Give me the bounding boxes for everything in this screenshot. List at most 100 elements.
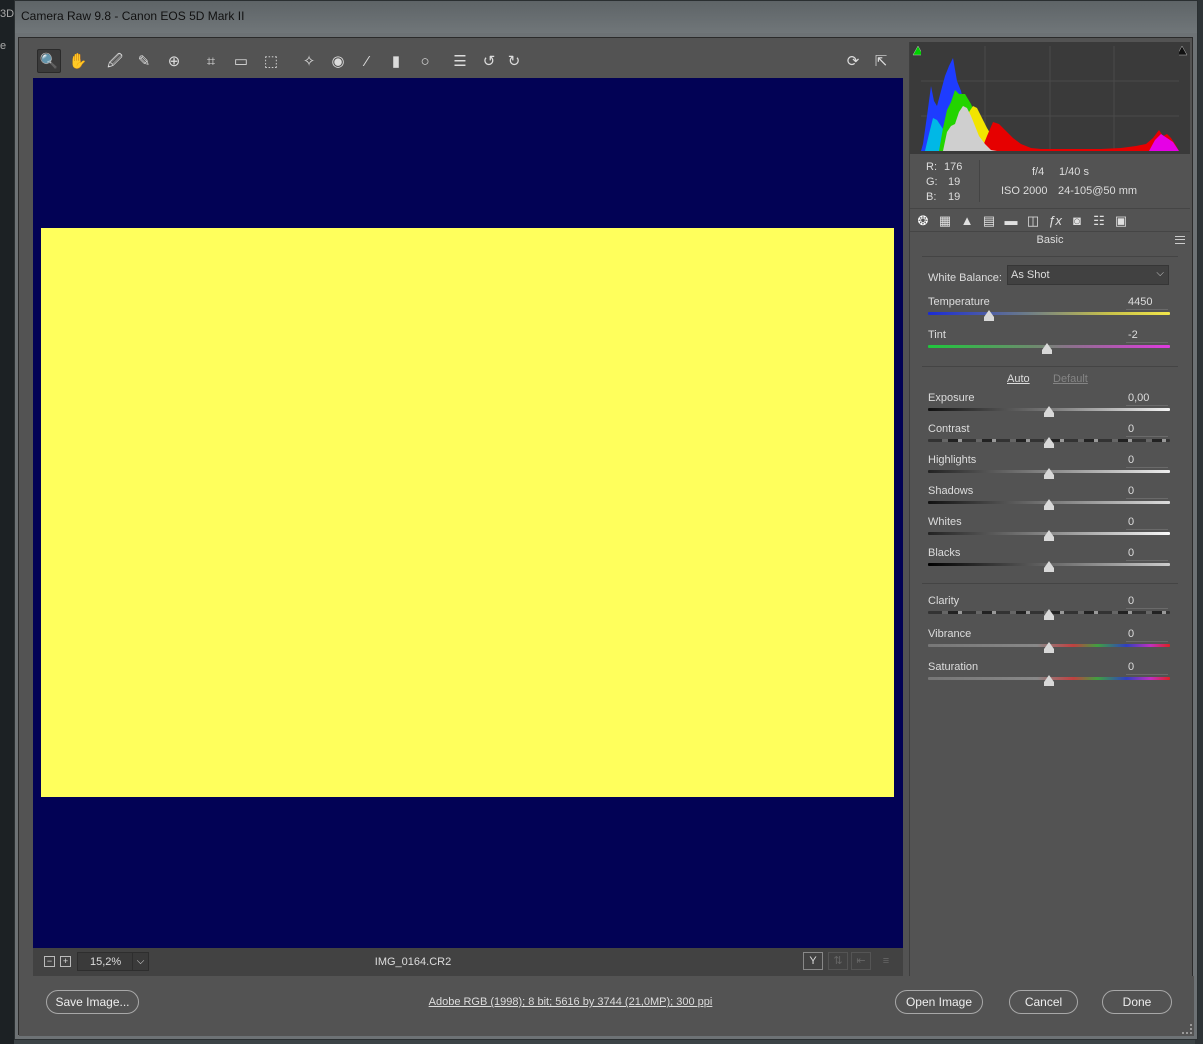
r-value: 176 xyxy=(944,161,963,173)
slider-value[interactable]: 0 xyxy=(1128,454,1134,466)
slider-value[interactable]: 0,00 xyxy=(1128,392,1149,404)
cancel-button[interactable]: Cancel xyxy=(1009,990,1078,1014)
panel-menu-icon[interactable] xyxy=(1175,236,1185,244)
basic-tab[interactable]: ❂ xyxy=(914,212,932,230)
straighten-tool[interactable]: ▭ xyxy=(229,49,253,73)
chevron-down-icon: ⌵ xyxy=(1156,268,1164,279)
before-after-view-button[interactable]: Y xyxy=(803,952,823,970)
preferences-button[interactable]: ☰ xyxy=(448,49,472,73)
slider-thumb[interactable] xyxy=(1044,406,1054,417)
slider-thumb[interactable] xyxy=(1041,343,1052,354)
slider-value[interactable]: 0 xyxy=(1128,423,1134,435)
slider-label: Saturation xyxy=(928,661,979,673)
transform-tool[interactable]: ⬚ xyxy=(259,49,283,73)
fullscreen-button[interactable]: ⇱ xyxy=(869,49,893,73)
camera-calibration-tab[interactable]: ◙ xyxy=(1068,212,1086,230)
clarity-slider[interactable]: Clarity 0 xyxy=(928,595,1170,625)
brush-icon: ⁄ xyxy=(365,52,369,70)
iso-value: ISO 2000 xyxy=(1001,185,1048,197)
resize-grip-icon[interactable] xyxy=(1182,1024,1192,1034)
shadows-slider[interactable]: Shadows 0 xyxy=(928,485,1170,515)
title-bar[interactable]: Camera Raw 9.8 - Canon EOS 5D Mark II xyxy=(15,1,1197,33)
radial-filter-tool[interactable]: ○ xyxy=(413,49,437,73)
slider-thumb[interactable] xyxy=(1044,499,1054,510)
highlights-slider[interactable]: Highlights 0 xyxy=(928,454,1170,484)
effects-tab[interactable]: ƒx xyxy=(1046,212,1064,230)
saturation-slider[interactable]: Saturation 0 xyxy=(928,661,1170,691)
color-sampler-tool[interactable]: ✎ xyxy=(132,49,156,73)
value-underline xyxy=(1126,641,1168,642)
slider-value[interactable]: 0 xyxy=(1128,628,1134,640)
lens-corrections-tab[interactable]: ◫ xyxy=(1024,212,1042,230)
slider-label: Temperature xyxy=(928,296,990,308)
slider-value[interactable]: 0 xyxy=(1128,661,1134,673)
slider-value[interactable]: -2 xyxy=(1128,329,1138,341)
slider-thumb[interactable] xyxy=(1044,609,1054,620)
white-balance-label: White Balance: xyxy=(928,272,1002,284)
image-preview[interactable] xyxy=(33,78,903,948)
tint-slider[interactable]: Tint -2 xyxy=(928,329,1170,359)
slider-thumb[interactable] xyxy=(1044,561,1054,572)
b-label: B: xyxy=(926,191,937,203)
camera-icon: ◙ xyxy=(1073,213,1081,228)
slider-thumb[interactable] xyxy=(1044,437,1054,448)
presets-tab[interactable]: ☷ xyxy=(1090,212,1108,230)
slider-value[interactable]: 0 xyxy=(1128,485,1134,497)
temperature-slider[interactable]: Temperature 4450 xyxy=(928,296,1170,326)
graduated-filter-tool[interactable]: ▮ xyxy=(384,49,408,73)
spot-removal-tool[interactable]: ✧ xyxy=(297,49,321,73)
split-toning-tab[interactable]: ▬ xyxy=(1002,212,1020,230)
slider-thumb[interactable] xyxy=(1044,642,1054,653)
slider-label: Clarity xyxy=(928,595,960,607)
preview-status-bar: − + 15,2% ⌵ IMG_0164.CR2 Y ⇅ ⇤ ≡ xyxy=(33,948,903,976)
slider-track[interactable] xyxy=(928,312,1170,315)
g-value: 19 xyxy=(948,176,961,188)
toggle-preview-button[interactable]: ⟳ xyxy=(841,49,865,73)
targeted-adjustment-tool[interactable]: ⊕ xyxy=(162,49,186,73)
aperture-icon: ❂ xyxy=(917,213,929,228)
vibrance-slider[interactable]: Vibrance 0 xyxy=(928,628,1170,658)
slider-thumb[interactable] xyxy=(1044,468,1054,479)
red-eye-tool[interactable]: ◉ xyxy=(326,49,350,73)
whites-slider[interactable]: Whites 0 xyxy=(928,516,1170,546)
slider-label: Highlights xyxy=(928,454,977,466)
photo-image[interactable] xyxy=(41,228,894,797)
file-name: IMG_0164.CR2 xyxy=(374,956,452,968)
eyedropper-icon: 🖉 xyxy=(107,52,123,70)
white-balance-select[interactable]: As Shot ⌵ xyxy=(1007,265,1169,285)
slider-value[interactable]: 4450 xyxy=(1128,296,1152,308)
done-button[interactable]: Done xyxy=(1102,990,1172,1014)
auto-link[interactable]: Auto xyxy=(1007,373,1030,385)
adjustment-brush-tool[interactable]: ⁄ xyxy=(355,49,379,73)
crop-tool[interactable]: ⌗ xyxy=(199,49,223,73)
swap-settings-button[interactable]: ⇅ xyxy=(828,952,848,970)
b-value: 19 xyxy=(948,191,961,203)
default-link[interactable]: Default xyxy=(1053,373,1088,385)
slider-value[interactable]: 0 xyxy=(1128,595,1134,607)
lens-icon: ◫ xyxy=(1026,213,1040,228)
detail-tab[interactable]: ▲ xyxy=(958,212,976,230)
open-image-button[interactable]: Open Image xyxy=(895,990,983,1014)
snapshots-tab[interactable]: ▣ xyxy=(1112,212,1130,230)
refresh-icon: ⟳ xyxy=(846,52,860,70)
split-toning-icon: ▬ xyxy=(1004,213,1018,228)
hand-tool[interactable]: ✋ xyxy=(66,49,90,73)
slider-thumb[interactable] xyxy=(1044,530,1054,541)
exposure-slider[interactable]: Exposure 0,00 xyxy=(928,392,1170,422)
rotate-cw-button[interactable]: ↻ xyxy=(502,49,526,73)
slider-label: Exposure xyxy=(928,392,975,404)
zoom-tool[interactable]: 🔍 xyxy=(37,49,61,73)
histogram-graph xyxy=(921,46,1179,151)
slider-thumb[interactable] xyxy=(983,310,994,321)
contrast-slider[interactable]: Contrast 0 xyxy=(928,423,1170,453)
slider-thumb[interactable] xyxy=(1044,675,1054,686)
slider-value[interactable]: 0 xyxy=(1128,516,1134,528)
toggle-settings-button[interactable]: ≡ xyxy=(876,952,896,970)
hsl-tab[interactable]: ▤ xyxy=(980,212,998,230)
slider-value[interactable]: 0 xyxy=(1128,547,1134,559)
blacks-slider[interactable]: Blacks 0 xyxy=(928,547,1170,577)
tone-curve-tab[interactable]: ▦ xyxy=(936,212,954,230)
white-balance-tool[interactable]: 🖉 xyxy=(103,49,127,73)
rotate-ccw-button[interactable]: ↺ xyxy=(477,49,501,73)
copy-settings-button[interactable]: ⇤ xyxy=(851,952,871,970)
